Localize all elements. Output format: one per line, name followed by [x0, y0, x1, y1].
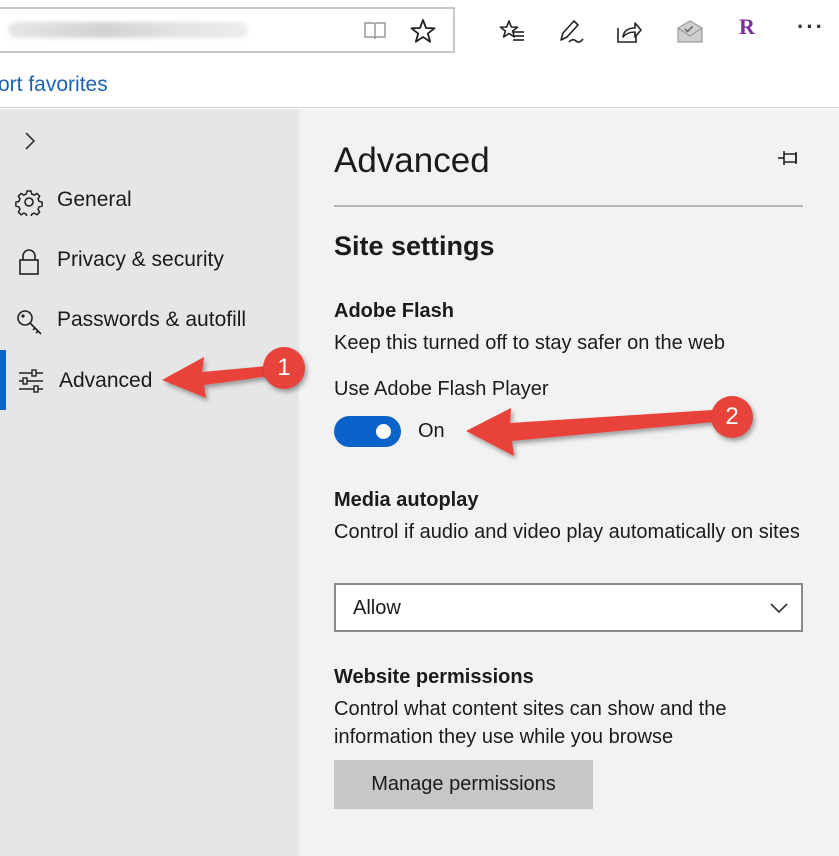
title-divider: [334, 205, 803, 207]
manage-permissions-button[interactable]: Manage permissions: [334, 760, 593, 809]
sidebar-item-general[interactable]: General: [0, 175, 299, 227]
share-icon[interactable]: [615, 18, 643, 46]
sidebar-item-label: Advanced: [59, 369, 153, 392]
key-icon: [17, 310, 42, 335]
pin-icon[interactable]: [777, 147, 803, 169]
settings-sidebar: General Privacy & security Passwords & a…: [0, 109, 299, 856]
active-indicator: [0, 350, 6, 410]
more-icon[interactable]: ···: [797, 14, 825, 40]
autoplay-heading: Media autoplay: [334, 489, 479, 511]
sliders-icon: [19, 369, 43, 393]
section-title: Site settings: [334, 231, 495, 261]
annotation-badge-2: 2: [711, 396, 753, 438]
lock-icon: [19, 249, 39, 275]
pen-icon[interactable]: [557, 18, 585, 46]
favorite-star-icon[interactable]: [410, 18, 436, 44]
sidebar-item-label: Privacy & security: [57, 248, 224, 271]
favorites-bar: ort favorites: [0, 64, 839, 108]
settings-panel: Advanced Site settings Adobe Flash Keep …: [299, 109, 839, 856]
permissions-description: Control what content sites can show and …: [334, 698, 727, 748]
flash-toggle-state: On: [418, 420, 445, 442]
extension-r-icon[interactable]: R: [739, 14, 755, 40]
flash-heading: Adobe Flash: [334, 300, 455, 322]
flash-description: Keep this turned off to stay safer on th…: [334, 332, 725, 354]
chevron-down-icon: [770, 603, 788, 614]
gear-icon: [15, 190, 43, 216]
extension-mail-icon[interactable]: [676, 18, 704, 46]
browser-toolbar: R ···: [0, 0, 839, 64]
sidebar-item-privacy-security[interactable]: Privacy & security: [0, 235, 299, 287]
permissions-heading: Website permissions: [334, 666, 534, 688]
import-favorites-link[interactable]: ort favorites: [0, 73, 108, 97]
flash-toggle-label: Use Adobe Flash Player: [334, 378, 549, 400]
sidebar-item-advanced[interactable]: Advanced: [0, 350, 299, 410]
favorites-hub-icon[interactable]: [498, 18, 526, 46]
annotation-badge-1: 1: [263, 347, 305, 389]
flash-toggle[interactable]: [334, 416, 401, 447]
chevron-right-icon[interactable]: [20, 131, 40, 151]
autoplay-description: Control if audio and video play automati…: [334, 521, 800, 543]
sidebar-item-passwords-autofill[interactable]: Passwords & autofill: [0, 295, 299, 347]
toggle-knob: [376, 424, 391, 439]
autoplay-selected-value: Allow: [353, 597, 401, 619]
reading-view-icon[interactable]: [363, 21, 387, 41]
address-url-blurred: [8, 22, 248, 38]
autoplay-select[interactable]: Allow: [334, 583, 803, 632]
sidebar-item-label: General: [57, 188, 132, 211]
address-bar[interactable]: [0, 7, 455, 53]
sidebar-item-label: Passwords & autofill: [57, 308, 247, 331]
page-title: Advanced: [334, 141, 490, 180]
